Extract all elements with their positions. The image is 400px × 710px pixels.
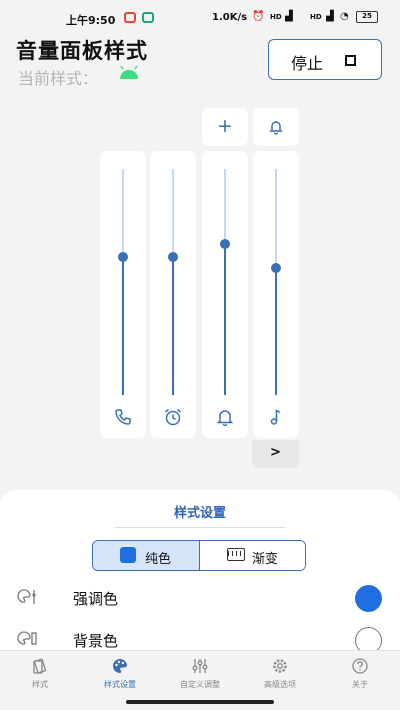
solid-color-option[interactable]: 纯色 [93, 541, 200, 570]
music-note-icon [270, 409, 281, 425]
nav-label: 高级选项 [264, 680, 296, 689]
status-time: 上午9:50 [66, 14, 116, 27]
slider-knob[interactable] [220, 238, 230, 249]
accent-color-label: 强调色 [73, 590, 119, 608]
volume-slider-alarm[interactable] [150, 151, 196, 438]
volume-slider-ring[interactable] [202, 151, 248, 438]
bell-icon [216, 410, 234, 427]
nav-label: 关于 [352, 680, 368, 689]
gear-icon [273, 659, 287, 673]
stop-icon [345, 55, 356, 66]
android-icon [120, 66, 138, 79]
palette-adjust-icon [17, 589, 36, 604]
nav-item-advanced[interactable]: 高级选项 [240, 651, 320, 699]
signal-icon: ▟ [326, 11, 334, 22]
volume-slider-media[interactable] [253, 151, 299, 438]
slider-fill [224, 243, 226, 395]
page-title: 音量面板样式 [16, 39, 148, 63]
slider-knob[interactable] [271, 263, 281, 274]
palette-icon [113, 658, 127, 673]
slider-fill [172, 257, 174, 395]
solid-square-icon [120, 547, 136, 563]
alarm-clock-icon [165, 408, 181, 426]
alarm-status-icon: ⏰ [252, 11, 265, 22]
nav-item-style-settings[interactable]: 样式设置 [80, 651, 160, 699]
style-settings-title: 样式设置 [173, 506, 226, 521]
accent-color-row[interactable]: 强调色 [0, 578, 400, 618]
accent-color-swatch[interactable] [355, 585, 382, 612]
nav-item-style[interactable]: 样式 [0, 651, 80, 699]
ringer-mode-button[interactable] [253, 108, 299, 146]
notification-app-icon [142, 12, 154, 23]
nav-item-about[interactable]: 关于 [320, 651, 400, 699]
expand-button[interactable]: > [252, 440, 299, 468]
signal-icon: ▟ [285, 11, 293, 22]
gradient-label: 渐变 [252, 552, 279, 567]
volume-slider-call[interactable] [100, 151, 146, 438]
sliders-icon [192, 659, 208, 673]
add-button[interactable]: + [202, 108, 248, 146]
slider-fill [122, 257, 124, 395]
solid-color-label: 纯色 [145, 552, 172, 567]
help-icon [352, 658, 368, 674]
wifi-icon: ◔ [340, 11, 349, 22]
stop-button[interactable]: 停止 [268, 39, 382, 80]
phone-icon [115, 409, 131, 425]
gradient-icon [227, 548, 245, 561]
gradient-option[interactable]: 渐变 [200, 541, 305, 570]
nav-label: 自定义调整 [180, 680, 220, 689]
sim2-badge: HD [310, 13, 322, 21]
style-icon [33, 658, 47, 674]
slider-knob[interactable] [168, 252, 178, 263]
home-indicator [126, 700, 274, 704]
stop-button-label: 停止 [291, 54, 324, 73]
background-palette-icon [17, 631, 37, 645]
slider-knob[interactable] [118, 252, 128, 263]
background-color-label: 背景色 [73, 632, 119, 650]
nav-item-custom-adjust[interactable]: 自定义调整 [160, 651, 240, 699]
battery-icon: 25 [356, 11, 378, 23]
divider [115, 527, 285, 528]
notification-app-icon [124, 12, 136, 23]
color-mode-toggle: 纯色 渐变 [92, 540, 306, 571]
nav-label: 样式设置 [104, 680, 136, 689]
network-speed: 1.0K/s [212, 12, 248, 23]
status-bar: 上午9:50 1.0K/s ⏰ HD ▟ HD ▟ ◔ 25 [0, 0, 400, 36]
nav-label: 样式 [32, 680, 48, 689]
bell-icon [269, 121, 283, 135]
sim1-badge: HD [270, 13, 282, 21]
slider-fill [275, 268, 277, 395]
current-style-label: 当前样式： [18, 69, 99, 88]
